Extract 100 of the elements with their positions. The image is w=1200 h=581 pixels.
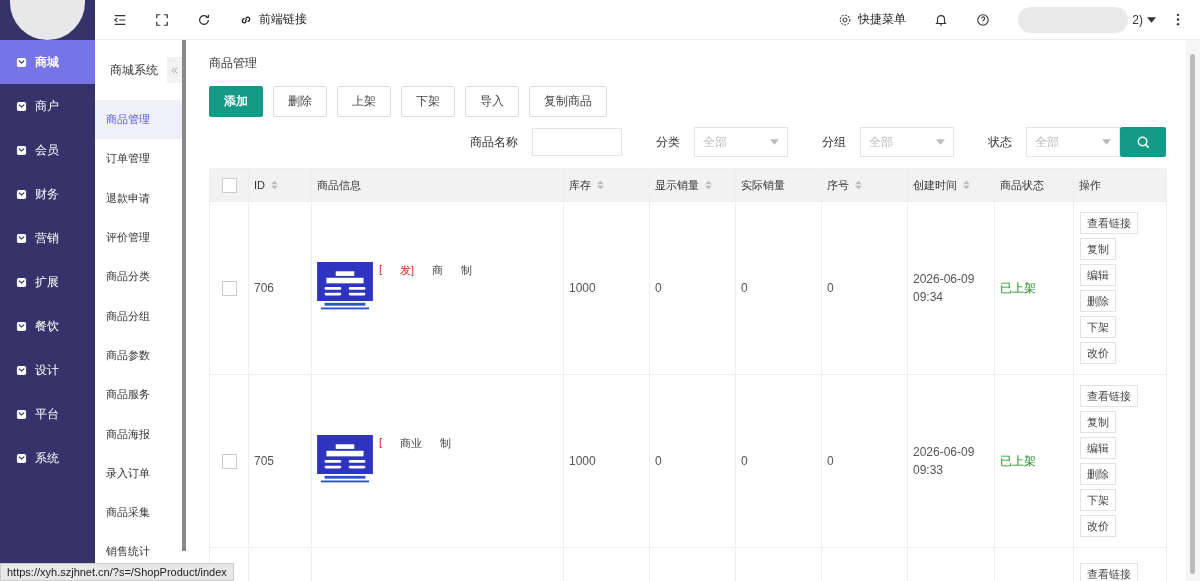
row-action-button[interactable]: 编辑 xyxy=(1080,264,1116,286)
row-action-button[interactable]: 编辑 xyxy=(1080,437,1116,459)
caret-icon xyxy=(1147,16,1156,23)
url-tooltip: https://xyh.szjhnet.cn/?s=/ShopProduct/index xyxy=(0,563,234,581)
column-header[interactable]: 库存 xyxy=(569,177,604,193)
sort-icon xyxy=(597,180,604,190)
row-checkbox[interactable] xyxy=(221,453,237,469)
name-input-field[interactable] xyxy=(532,128,622,156)
nav-item[interactable]: 扩展 xyxy=(0,260,95,304)
menu-icon xyxy=(16,100,27,112)
table-cell: 0 xyxy=(827,454,834,468)
frontend-link[interactable]: 前端链接 xyxy=(239,11,307,28)
nav-item[interactable]: 平台 xyxy=(0,392,95,436)
bell-icon[interactable] xyxy=(934,12,949,27)
submenu-item[interactable]: 退款申请 xyxy=(95,178,182,218)
row-action-button[interactable]: 删除 xyxy=(1080,463,1116,485)
row-action-button[interactable]: 改价 xyxy=(1080,515,1116,537)
column-header[interactable]: ID xyxy=(254,179,278,191)
submenu-item[interactable]: 商品采集 xyxy=(95,492,182,533)
nav-item[interactable]: 商户 xyxy=(0,84,95,128)
row-action-button[interactable]: 查看链接 xyxy=(1080,563,1138,581)
filter-label: 分组 xyxy=(822,133,846,151)
scrollbar[interactable] xyxy=(182,40,186,551)
sort-icon xyxy=(963,180,970,190)
action-button[interactable]: 导入 xyxy=(465,86,519,117)
more-icon[interactable] xyxy=(1176,13,1180,26)
caret-icon xyxy=(1102,139,1111,145)
search-button[interactable] xyxy=(1120,127,1166,157)
refresh-icon[interactable] xyxy=(197,12,211,27)
column-header[interactable]: 显示销量 xyxy=(655,177,712,193)
nav-item[interactable]: 系统 xyxy=(0,436,95,480)
submenu-item[interactable]: 商品分类 xyxy=(95,257,182,297)
action-button[interactable]: 上架 xyxy=(337,86,391,117)
table-cell: 0 xyxy=(741,454,748,468)
nav-item[interactable]: 财务 xyxy=(0,172,95,216)
action-button[interactable]: 删除 xyxy=(273,86,327,117)
collapse-button[interactable] xyxy=(167,57,182,83)
column-header: 商品状态 xyxy=(1000,177,1044,193)
column-header: 实际销量 xyxy=(741,177,785,193)
row-action-button[interactable]: 查看链接 xyxy=(1080,212,1138,234)
table-cell: 0 xyxy=(827,281,834,295)
user-menu[interactable]: 2) xyxy=(1018,6,1156,33)
submenu-item[interactable]: 评价管理 xyxy=(95,217,182,258)
column-header[interactable]: 序号 xyxy=(827,177,862,193)
table-cell: 0 xyxy=(741,281,748,295)
select-all-checkbox[interactable] xyxy=(221,177,237,193)
nav-item[interactable]: 会员 xyxy=(0,128,95,172)
row-action-button[interactable]: 下架 xyxy=(1080,316,1116,338)
submenu-item[interactable]: 订单管理 xyxy=(95,139,182,179)
menu-icon xyxy=(16,408,27,420)
product-title-fragments: [ 商业 制 xyxy=(379,435,452,451)
menu-icon xyxy=(16,364,27,376)
status-text: 已上架 xyxy=(1000,452,1036,470)
row-action-button[interactable]: 删除 xyxy=(1080,290,1116,312)
fullscreen-icon[interactable] xyxy=(155,12,169,27)
sort-icon xyxy=(271,180,278,190)
row-action-button[interactable]: 改价 xyxy=(1080,342,1116,364)
action-button[interactable]: 下架 xyxy=(401,86,455,117)
scrollbar[interactable] xyxy=(1186,40,1200,581)
menu-fold-icon[interactable] xyxy=(113,12,127,27)
table-cell: 0 xyxy=(655,454,662,468)
double-chevron-icon xyxy=(170,65,179,75)
page-title: 商品管理 xyxy=(209,54,258,72)
column-header[interactable]: 创建时间 xyxy=(913,177,970,193)
submenu-item[interactable]: 商品海报 xyxy=(95,414,182,454)
caret-icon xyxy=(770,139,779,145)
caret-icon xyxy=(936,139,945,145)
row-action-button[interactable]: 下架 xyxy=(1080,489,1116,511)
search-icon xyxy=(1135,134,1151,150)
column-header: 操作 xyxy=(1079,177,1101,193)
table-cell: 0 xyxy=(655,281,662,295)
submenu-item[interactable]: 商品分组 xyxy=(95,296,182,336)
help-icon[interactable] xyxy=(976,12,991,27)
quick-menu-button[interactable]: 快捷菜单 xyxy=(838,11,907,28)
submenu-item[interactable]: 商品参数 xyxy=(95,335,182,376)
menu-icon xyxy=(16,232,27,244)
row-action-button[interactable]: 查看链接 xyxy=(1080,385,1138,407)
action-button[interactable]: 复制商品 xyxy=(529,86,607,117)
row-action-button[interactable]: 复制 xyxy=(1080,238,1116,260)
table-cell: 1000 xyxy=(569,454,596,468)
table-cell: 705 xyxy=(254,454,275,468)
submenu-item[interactable]: 录入订单 xyxy=(95,453,182,493)
row-checkbox[interactable] xyxy=(221,280,237,296)
settings-icon xyxy=(838,12,853,27)
row-action-button[interactable]: 复制 xyxy=(1080,411,1116,433)
submenu-item[interactable]: 商品服务 xyxy=(95,375,182,415)
table-cell: 706 xyxy=(254,281,275,295)
nav-item[interactable]: 餐饮 xyxy=(0,304,95,348)
table-cell: 1000 xyxy=(569,281,596,295)
product-title-fragments: [ 发] 商 制 xyxy=(379,262,473,278)
sort-icon xyxy=(855,180,862,190)
nav-item[interactable]: 营销 xyxy=(0,216,95,260)
nav-item[interactable]: 商城 xyxy=(0,40,95,84)
submenu-item[interactable]: 商品管理 xyxy=(95,100,182,140)
menu-icon xyxy=(16,144,27,156)
menu-icon xyxy=(16,56,27,68)
nav-item[interactable]: 设计 xyxy=(0,348,95,392)
menu-icon xyxy=(16,320,27,332)
table-cell-text: 2026-06-09 09:34 xyxy=(913,271,976,306)
column-header: 商品信息 xyxy=(317,177,361,193)
